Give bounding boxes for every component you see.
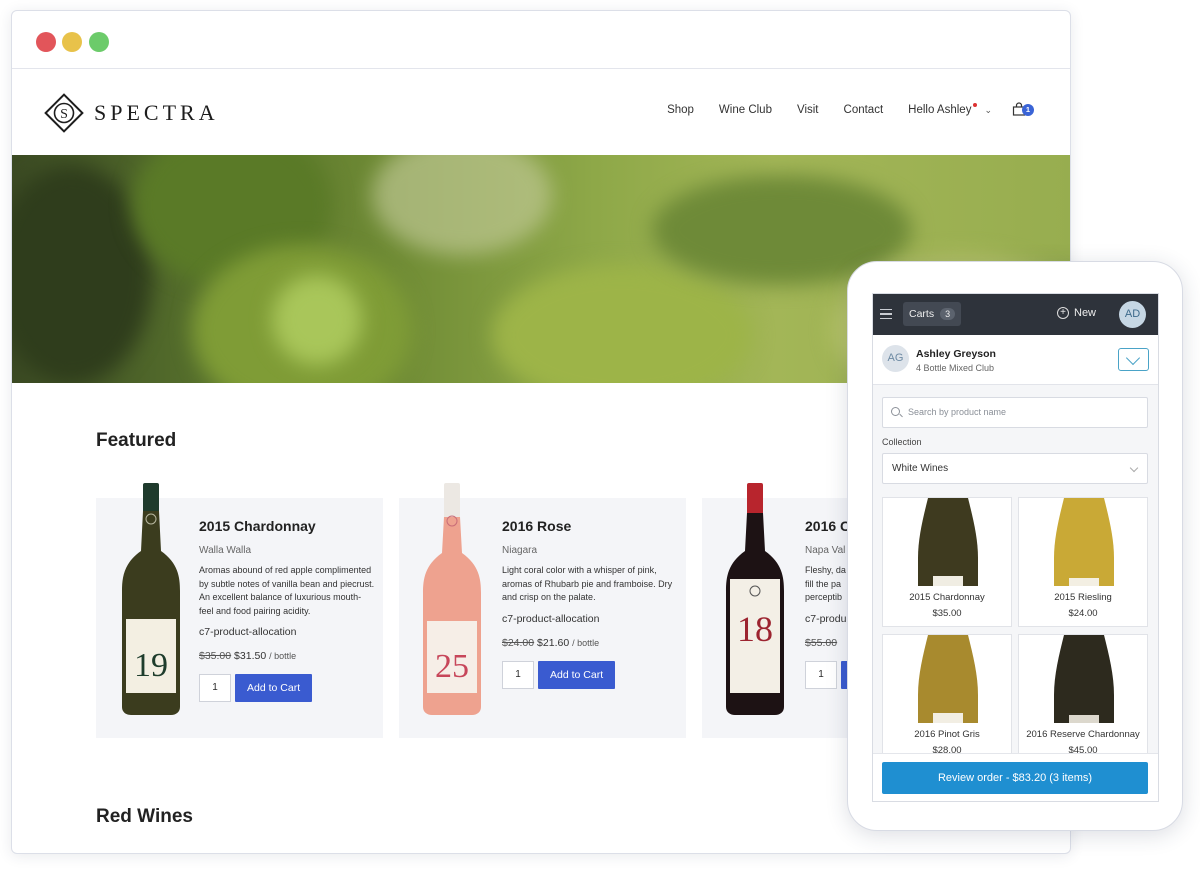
price-original: $24.00 xyxy=(502,636,535,649)
product-tile[interactable]: 2016 Pinot Gris $28.00 xyxy=(882,634,1012,764)
carts-count-badge: 3 xyxy=(940,308,956,320)
customer-row: AG Ashley Greyson 4 Bottle Mixed Club xyxy=(873,335,1158,385)
carts-button[interactable]: Carts 3 xyxy=(903,302,962,326)
quantity-input[interactable]: 1 xyxy=(502,660,534,689)
add-to-cart-row: 1 Add to Cart xyxy=(502,660,678,689)
minimize-window-button[interactable] xyxy=(62,32,82,52)
bottle-image xyxy=(918,498,978,586)
cart-count-badge: 1 xyxy=(1022,104,1034,116)
search-icon xyxy=(891,407,900,416)
product-tile-image xyxy=(1019,498,1147,586)
product-description: Fleshy, da fill the pa perceptib xyxy=(805,565,846,602)
cart-button[interactable]: 1 xyxy=(1012,102,1034,118)
product-card-body: 2015 Chardonnay Walla Walla Aromas aboun… xyxy=(199,518,375,702)
price-unit: / bottle xyxy=(572,637,600,648)
main-nav: Shop Wine Club Visit Contact Hello Ashle… xyxy=(667,102,1034,118)
product-tile-image xyxy=(883,498,1011,586)
site-logo[interactable]: S SPECTRA xyxy=(42,91,219,135)
rose-bottle-image: 25 xyxy=(423,483,481,715)
quantity-input[interactable]: 1 xyxy=(199,674,231,702)
chevron-down-icon xyxy=(1125,350,1141,366)
customer-club: 4 Bottle Mixed Club xyxy=(916,363,995,373)
product-card-body: 2016 Rose Niagara Light coral color with… xyxy=(502,518,678,689)
chardonnay-bottle-image: 19 xyxy=(122,483,180,715)
maximize-window-button[interactable] xyxy=(89,32,109,52)
new-cart-button[interactable]: + New xyxy=(1057,307,1096,319)
product-allocation: c7-product-allocation xyxy=(502,612,600,625)
collection-label: Collection xyxy=(882,437,922,447)
new-label: New xyxy=(1074,307,1097,319)
nav-visit[interactable]: Visit xyxy=(797,104,819,116)
close-window-button[interactable] xyxy=(36,32,56,52)
bottle-image xyxy=(1054,498,1114,586)
product-description: Aromas abound of red apple complimented … xyxy=(199,565,375,616)
red-wines-heading: Red Wines xyxy=(96,806,193,827)
search-placeholder: Search by product name xyxy=(908,407,1007,417)
notification-dot-icon xyxy=(973,103,978,107)
chevron-down-icon xyxy=(1129,463,1139,473)
spectra-logo-icon: S xyxy=(44,93,84,133)
bottle-label-number: 18 xyxy=(737,609,773,649)
product-name[interactable]: 2015 Chardonnay xyxy=(199,518,375,534)
product-tile-name: 2015 Riesling xyxy=(1054,592,1112,603)
nav-contact[interactable]: Contact xyxy=(844,104,884,116)
user-menu[interactable]: Hello Ashley ⌄ xyxy=(908,103,992,116)
product-tile[interactable]: 2015 Chardonnay $35.00 xyxy=(882,497,1012,627)
account-avatar[interactable]: AD xyxy=(1119,301,1146,328)
red-wine-bottle-image: 18 xyxy=(726,483,784,715)
add-to-cart-button[interactable]: Add to Cart xyxy=(538,660,616,689)
price-sale: $31.50 xyxy=(234,650,267,662)
product-price: $24.00 $21.60 / bottle xyxy=(502,637,678,649)
price-original: $55.00 xyxy=(805,636,838,649)
product-region: Walla Walla xyxy=(199,545,252,556)
brand-name: SPECTRA xyxy=(94,100,219,125)
price-unit: / bottle xyxy=(269,651,297,661)
bottle-image xyxy=(1054,635,1114,723)
carts-label: Carts xyxy=(909,308,935,320)
add-to-cart-button[interactable]: Add to Cart xyxy=(235,674,313,702)
featured-heading: Featured xyxy=(96,430,177,451)
review-order-bar: Review order - $83.20 (3 items) xyxy=(873,753,1158,801)
customer-name: Ashley Greyson xyxy=(916,348,996,360)
product-tile-price: $35.00 xyxy=(932,608,962,619)
bottle-label-number: 25 xyxy=(435,648,469,685)
product-description: Light coral color with a whisper of pink… xyxy=(502,565,673,602)
user-greeting: Hello Ashley xyxy=(908,104,972,116)
price-original: $35.00 xyxy=(199,650,232,662)
mobile-screen: Carts 3 + New AD AG Ashley Greyson 4 Bot… xyxy=(872,293,1159,802)
customer-avatar: AG xyxy=(882,345,909,372)
product-region: Niagara xyxy=(502,545,538,556)
product-search-input[interactable]: Search by product name xyxy=(882,397,1148,428)
nav-wine-club[interactable]: Wine Club xyxy=(719,104,772,116)
browser-titlebar xyxy=(12,11,1070,69)
product-allocation: c7-product-allocation xyxy=(199,626,297,638)
bottle-label-number: 19 xyxy=(134,647,168,684)
product-tile[interactable]: 2015 Riesling $24.00 xyxy=(1018,497,1148,627)
product-price: $35.00 $31.50 / bottle xyxy=(199,650,375,662)
product-tile-name: 2016 Pinot Gris xyxy=(914,729,980,740)
add-to-cart-row: 1 Add to Cart xyxy=(199,674,375,702)
collection-select[interactable]: White Wines xyxy=(882,453,1148,484)
site-header: S SPECTRA Shop Wine Club Visit Contact H… xyxy=(12,69,1070,155)
price-sale: $21.60 xyxy=(537,636,570,649)
product-tile-price: $24.00 xyxy=(1068,608,1098,619)
customer-expand-button[interactable] xyxy=(1118,348,1149,371)
product-tile-name: 2015 Chardonnay xyxy=(909,592,985,603)
svg-text:S: S xyxy=(60,107,68,122)
bottle-image xyxy=(918,635,978,723)
product-tile-name: 2016 Reserve Chardonnay xyxy=(1026,729,1140,740)
nav-shop[interactable]: Shop xyxy=(667,104,694,116)
quantity-input[interactable]: 1 xyxy=(805,660,837,689)
mobile-topbar: Carts 3 + New AD xyxy=(873,294,1158,335)
product-name[interactable]: 2016 Rose xyxy=(502,518,678,534)
review-order-button[interactable]: Review order - $83.20 (3 items) xyxy=(882,762,1148,794)
mobile-device: Carts 3 + New AD AG Ashley Greyson 4 Bot… xyxy=(847,261,1183,831)
plus-circle-icon: + xyxy=(1057,307,1069,319)
product-tile[interactable]: 2016 Reserve Chardonnay $45.00 xyxy=(1018,634,1148,764)
product-tile-image xyxy=(883,635,1011,723)
chevron-down-icon: ⌄ xyxy=(984,104,992,115)
collection-value: White Wines xyxy=(892,463,949,474)
product-tile-image xyxy=(1019,635,1147,723)
hamburger-menu-icon[interactable] xyxy=(880,309,892,319)
